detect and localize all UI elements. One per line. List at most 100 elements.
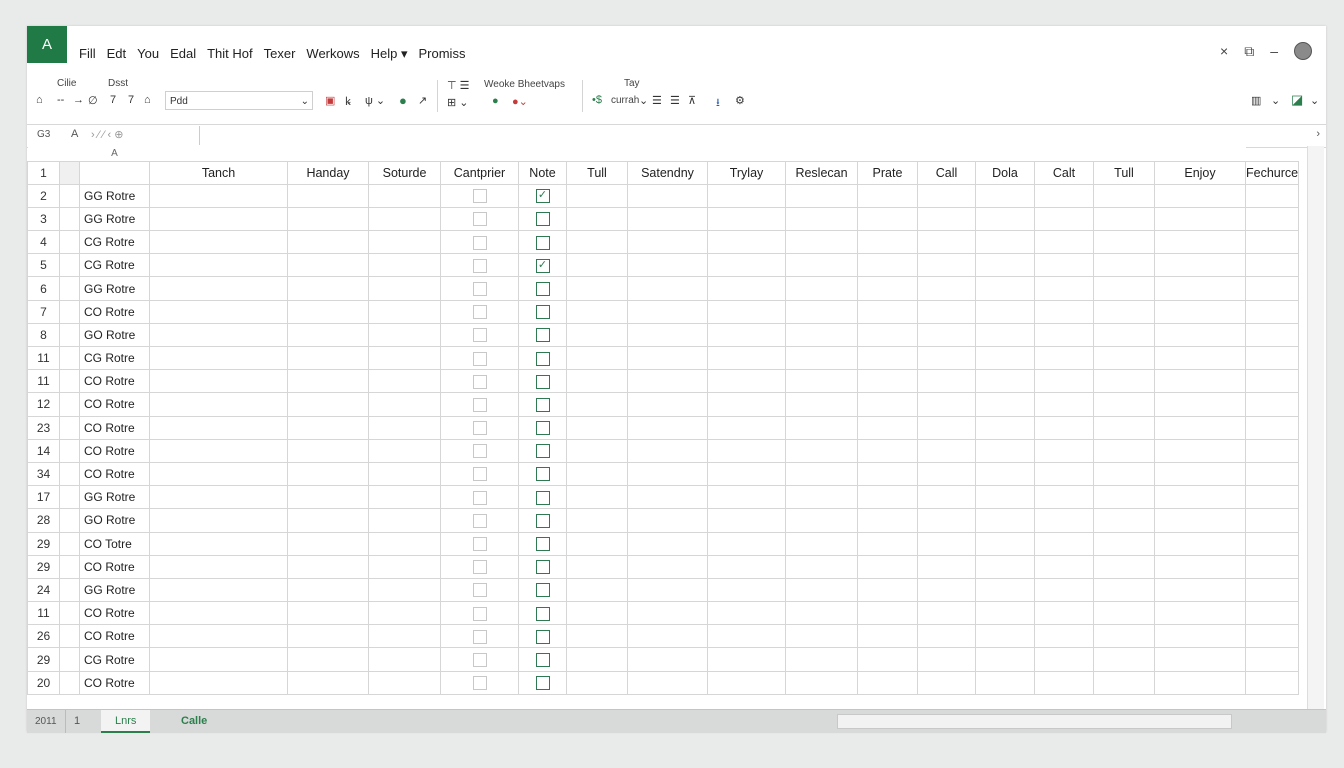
- cell[interactable]: [518, 345, 567, 371]
- cell[interactable]: [1034, 392, 1094, 417]
- cell[interactable]: [857, 253, 918, 278]
- cell[interactable]: [1154, 438, 1246, 463]
- formula-input[interactable]: [199, 126, 1326, 145]
- sheet-icon[interactable]: ◪: [1291, 92, 1303, 108]
- cell[interactable]: [627, 508, 708, 533]
- cell[interactable]: [1244, 345, 1300, 371]
- cell[interactable]: [707, 183, 786, 208]
- cell[interactable]: [1034, 276, 1094, 301]
- cell[interactable]: [368, 647, 441, 672]
- cell[interactable]: [1154, 230, 1246, 255]
- cell[interactable]: [1034, 206, 1094, 232]
- cell[interactable]: [368, 369, 441, 394]
- cell[interactable]: [1244, 415, 1300, 440]
- cell[interactable]: [627, 670, 708, 695]
- row-label-cell[interactable]: GG Rotre: [79, 485, 150, 510]
- merge-icon[interactable]: ⊞ ⌄: [447, 96, 469, 109]
- cell[interactable]: [440, 276, 519, 301]
- cell[interactable]: [287, 647, 369, 672]
- currency-icon[interactable]: •$: [592, 94, 602, 106]
- checkbox-disabled[interactable]: [472, 235, 487, 250]
- cell[interactable]: [857, 624, 918, 649]
- cell[interactable]: [917, 206, 976, 232]
- person-icon[interactable]: ●: [399, 93, 407, 108]
- cell[interactable]: [368, 253, 441, 278]
- cell[interactable]: [440, 601, 519, 626]
- cell[interactable]: [1244, 647, 1300, 672]
- cell[interactable]: [785, 253, 858, 278]
- cell[interactable]: [785, 322, 858, 348]
- cell[interactable]: [707, 253, 786, 278]
- menu-item[interactable]: Edal: [170, 46, 196, 62]
- row-number[interactable]: 20: [27, 670, 60, 695]
- cell[interactable]: [785, 183, 858, 208]
- column-header[interactable]: Satendny: [627, 160, 708, 185]
- cell[interactable]: [59, 160, 80, 185]
- cell[interactable]: [440, 647, 519, 672]
- cell[interactable]: [287, 670, 369, 695]
- checkbox-disabled[interactable]: [472, 258, 487, 273]
- row-number[interactable]: 11: [27, 601, 60, 626]
- cell[interactable]: [627, 392, 708, 417]
- cell[interactable]: [368, 461, 441, 487]
- checkbox-disabled[interactable]: [472, 537, 487, 551]
- checkbox[interactable]: [535, 606, 550, 621]
- cell[interactable]: [59, 554, 80, 579]
- cell[interactable]: [518, 531, 567, 556]
- cell[interactable]: [566, 601, 628, 626]
- trend-icon[interactable]: ↗: [418, 94, 427, 107]
- row-number[interactable]: 28: [27, 508, 60, 533]
- cell[interactable]: [707, 299, 786, 324]
- cell[interactable]: [566, 206, 628, 232]
- cell[interactable]: [59, 369, 80, 394]
- cell[interactable]: [59, 299, 80, 324]
- gear-icon[interactable]: ⚙: [735, 94, 745, 107]
- cell[interactable]: [566, 276, 628, 301]
- menu-item[interactable]: Help ▾: [371, 46, 408, 62]
- cell[interactable]: [857, 206, 918, 232]
- cell[interactable]: [1093, 322, 1155, 348]
- cell[interactable]: [59, 647, 80, 672]
- cell[interactable]: [566, 624, 628, 649]
- cell[interactable]: [1154, 485, 1246, 510]
- row-number[interactable]: 8: [27, 322, 60, 348]
- more-options-icon[interactable]: ⌄: [1310, 94, 1319, 107]
- cell[interactable]: [368, 183, 441, 208]
- cell[interactable]: [1034, 647, 1094, 672]
- cell[interactable]: [627, 183, 708, 208]
- cell[interactable]: [287, 624, 369, 649]
- row-label-cell[interactable]: CO Rotre: [79, 392, 150, 417]
- cell[interactable]: [917, 554, 976, 579]
- cell[interactable]: [368, 531, 441, 556]
- cell[interactable]: [287, 276, 369, 301]
- cell[interactable]: [368, 230, 441, 255]
- cell[interactable]: [518, 670, 567, 695]
- row-number[interactable]: 6: [27, 276, 60, 301]
- cell[interactable]: [149, 601, 288, 626]
- row-number[interactable]: 11: [27, 369, 60, 394]
- row-label-cell[interactable]: CO Rotre: [79, 601, 150, 626]
- cell[interactable]: [785, 554, 858, 579]
- cell[interactable]: [857, 461, 918, 487]
- layout-icon[interactable]: ▥: [1251, 94, 1261, 107]
- cell[interactable]: [857, 601, 918, 626]
- sort-icon[interactable]: ⊼: [688, 94, 696, 107]
- cell[interactable]: [149, 322, 288, 348]
- cell[interactable]: [59, 230, 80, 255]
- cell[interactable]: [368, 554, 441, 579]
- cell[interactable]: [59, 508, 80, 533]
- cell[interactable]: [59, 461, 80, 487]
- cell[interactable]: [785, 461, 858, 487]
- menu-item[interactable]: Texer: [264, 46, 296, 62]
- cell[interactable]: [440, 415, 519, 440]
- cell[interactable]: [1244, 461, 1300, 487]
- cell[interactable]: [707, 415, 786, 440]
- checkbox-disabled[interactable]: [472, 212, 487, 227]
- cell[interactable]: [917, 670, 976, 695]
- cell[interactable]: [59, 206, 80, 232]
- cell[interactable]: [566, 554, 628, 579]
- checkbox[interactable]: [535, 212, 550, 227]
- checkbox[interactable]: [535, 467, 550, 482]
- cell[interactable]: [1154, 253, 1246, 278]
- column-header[interactable]: Note: [518, 160, 567, 185]
